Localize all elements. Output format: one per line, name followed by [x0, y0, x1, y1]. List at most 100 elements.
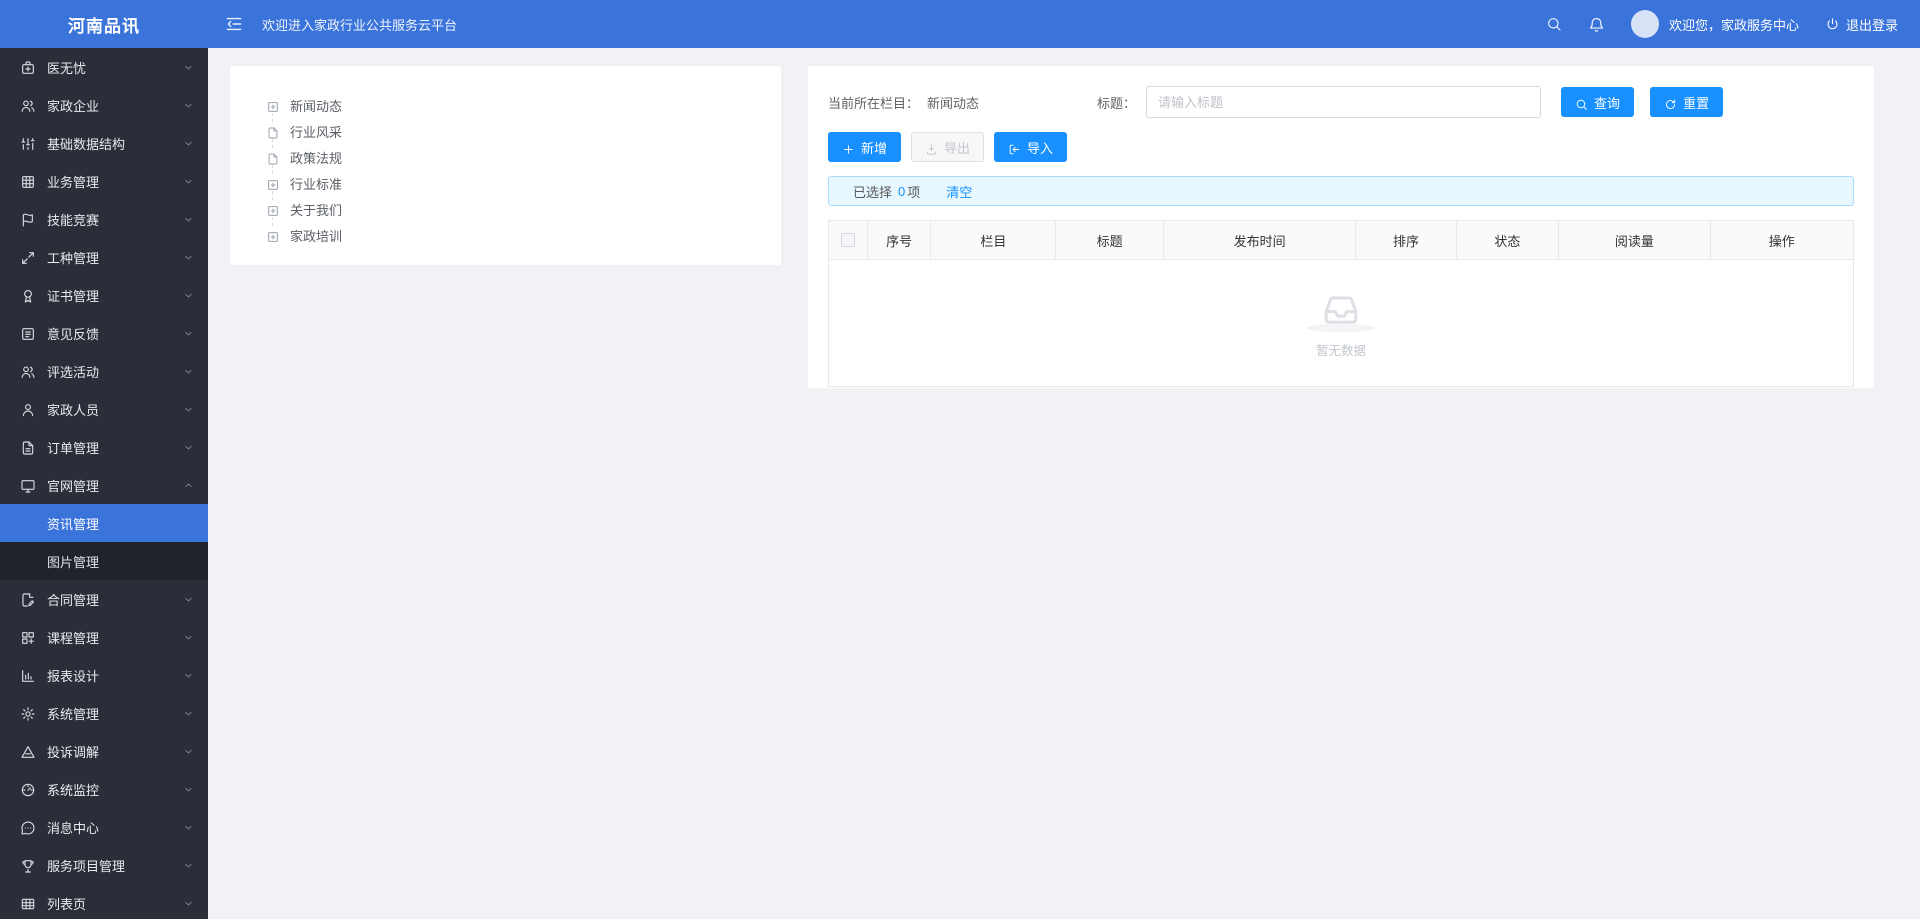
- sidebar-item-基础数据结构[interactable]: 基础数据结构: [0, 124, 208, 162]
- export-icon: [925, 141, 938, 154]
- chevron-down-icon: [183, 100, 194, 111]
- sidebar-item-label: 基础数据结构: [47, 134, 125, 153]
- sidebar-item-系统监控[interactable]: 系统监控: [0, 770, 208, 808]
- complaint-triangle-icon: [20, 744, 36, 760]
- chevron-down-icon: [183, 860, 194, 871]
- tree-node-label: 行业风采: [290, 122, 342, 141]
- empty-text: 暂无数据: [1316, 340, 1366, 359]
- reset-button-label: 重置: [1683, 93, 1709, 112]
- table-header-checkbox-cell: [829, 221, 868, 259]
- users-icon: [20, 364, 36, 380]
- current-column-label: 当前所在栏目：: [828, 93, 919, 112]
- user-menu[interactable]: 欢迎您，家政服务中心: [1631, 10, 1799, 38]
- search-icon: [1575, 98, 1588, 111]
- medal-icon: [20, 288, 36, 304]
- sidebar-item-业务管理[interactable]: 业务管理: [0, 162, 208, 200]
- table-column-序号: 序号: [868, 221, 931, 259]
- first-aid-kit-icon: [20, 60, 36, 76]
- sidebar-subitem-资讯管理[interactable]: 资讯管理: [0, 504, 208, 542]
- chevron-down-icon: [183, 328, 194, 339]
- tree-node-关于我们[interactable]: 关于我们: [230, 196, 781, 222]
- order-file-icon: [20, 440, 36, 456]
- reset-button[interactable]: 重置: [1650, 87, 1723, 117]
- sidebar-subitem-label: 图片管理: [47, 552, 99, 571]
- chevron-down-icon: [183, 62, 194, 73]
- add-button[interactable]: 新增: [828, 132, 901, 162]
- import-icon: [1008, 141, 1021, 154]
- export-icon: [925, 143, 938, 156]
- sidebar-subitem-图片管理[interactable]: 图片管理: [0, 542, 208, 580]
- category-tree-panel: 新闻动态行业风采政策法规行业标准关于我们家政培训: [230, 66, 781, 265]
- chevron-down-icon: [183, 138, 194, 149]
- sidebar-item-医无忧[interactable]: 医无忧: [0, 48, 208, 86]
- chevron-down-icon: [183, 708, 194, 719]
- logout-button[interactable]: 退出登录: [1825, 15, 1898, 34]
- sidebar-item-订单管理[interactable]: 订单管理: [0, 428, 208, 466]
- chevron-down-icon: [183, 708, 194, 719]
- selected-unit: 项: [907, 182, 920, 201]
- sidebar-item-合同管理[interactable]: 合同管理: [0, 580, 208, 618]
- sidebar-item-评选活动[interactable]: 评选活动: [0, 352, 208, 390]
- sidebar-item-证书管理[interactable]: 证书管理: [0, 276, 208, 314]
- select-all-checkbox[interactable]: [841, 233, 855, 247]
- sidebar-item-列表页[interactable]: 列表页: [0, 884, 208, 919]
- tree-node-label: 新闻动态: [290, 96, 342, 115]
- sidebar-item-技能竞赛[interactable]: 技能竞赛: [0, 200, 208, 238]
- plus-icon: [842, 141, 855, 154]
- avatar[interactable]: [1631, 10, 1659, 38]
- sidebar-item-家政人员[interactable]: 家政人员: [0, 390, 208, 428]
- tree-node-行业风采[interactable]: 行业风采: [230, 118, 781, 144]
- chevron-down-icon: [183, 898, 194, 909]
- clear-selection-link[interactable]: 清空: [946, 182, 972, 201]
- app-logo: 河南品讯: [0, 0, 208, 48]
- sidebar-item-报表设计[interactable]: 报表设计: [0, 656, 208, 694]
- collapse-menu-icon[interactable]: [224, 14, 244, 34]
- sidebar-item-label: 列表页: [47, 894, 86, 913]
- tree-node-家政培训[interactable]: 家政培训: [230, 222, 781, 248]
- bell-icon: [1588, 16, 1605, 33]
- chevron-down-icon: [183, 100, 194, 111]
- sidebar-item-label: 业务管理: [47, 172, 99, 191]
- add-button-label: 新增: [861, 138, 887, 157]
- search-icon[interactable]: [1546, 16, 1562, 32]
- title-search-input[interactable]: [1146, 86, 1541, 118]
- chevron-down-icon: [183, 860, 194, 871]
- search-button[interactable]: 查询: [1561, 87, 1634, 117]
- sidebar-item-label: 医无忧: [47, 58, 86, 77]
- export-button[interactable]: 导出: [911, 132, 984, 162]
- tree-node-政策法规[interactable]: 政策法规: [230, 144, 781, 170]
- sidebar-item-系统管理[interactable]: 系统管理: [0, 694, 208, 732]
- table-column-栏目: 栏目: [931, 221, 1056, 259]
- sidebar-item-官网管理[interactable]: 官网管理: [0, 466, 208, 504]
- bell-icon[interactable]: [1588, 16, 1605, 33]
- sidebar-item-服务项目管理[interactable]: 服务项目管理: [0, 846, 208, 884]
- plus-square-icon: [266, 100, 280, 114]
- sidebar-item-家政企业[interactable]: 家政企业: [0, 86, 208, 124]
- chevron-down-icon: [183, 670, 194, 681]
- sidebar-item-消息中心[interactable]: 消息中心: [0, 808, 208, 846]
- sidebar-item-label: 家政人员: [47, 400, 99, 419]
- sidebar-item-label: 家政企业: [47, 96, 99, 115]
- bar-chart-icon: [20, 667, 36, 683]
- import-icon: [1008, 143, 1021, 156]
- tree-node-行业标准[interactable]: 行业标准: [230, 170, 781, 196]
- sidebar-item-工种管理[interactable]: 工种管理: [0, 238, 208, 276]
- sidebar-item-投诉调解[interactable]: 投诉调解: [0, 732, 208, 770]
- import-button[interactable]: 导入: [994, 132, 1067, 162]
- tree-node-新闻动态[interactable]: 新闻动态: [230, 92, 781, 118]
- chevron-down-icon: [183, 366, 194, 377]
- chevron-down-icon: [183, 632, 194, 643]
- chevron-down-icon: [183, 366, 194, 377]
- chevron-down-icon: [183, 594, 194, 605]
- chevron-down-icon: [183, 328, 194, 339]
- chevron-down-icon: [183, 404, 194, 415]
- contract-icon: [20, 592, 36, 608]
- chevron-down-icon: [183, 746, 194, 757]
- sidebar-item-课程管理[interactable]: 课程管理: [0, 618, 208, 656]
- message-icon: [20, 819, 36, 835]
- chevron-down-icon: [183, 670, 194, 681]
- sidebar-item-意见反馈[interactable]: 意见反馈: [0, 314, 208, 352]
- chevron-down-icon: [183, 404, 194, 415]
- plus-square-icon: [266, 98, 280, 112]
- chevron-down-icon: [183, 290, 194, 301]
